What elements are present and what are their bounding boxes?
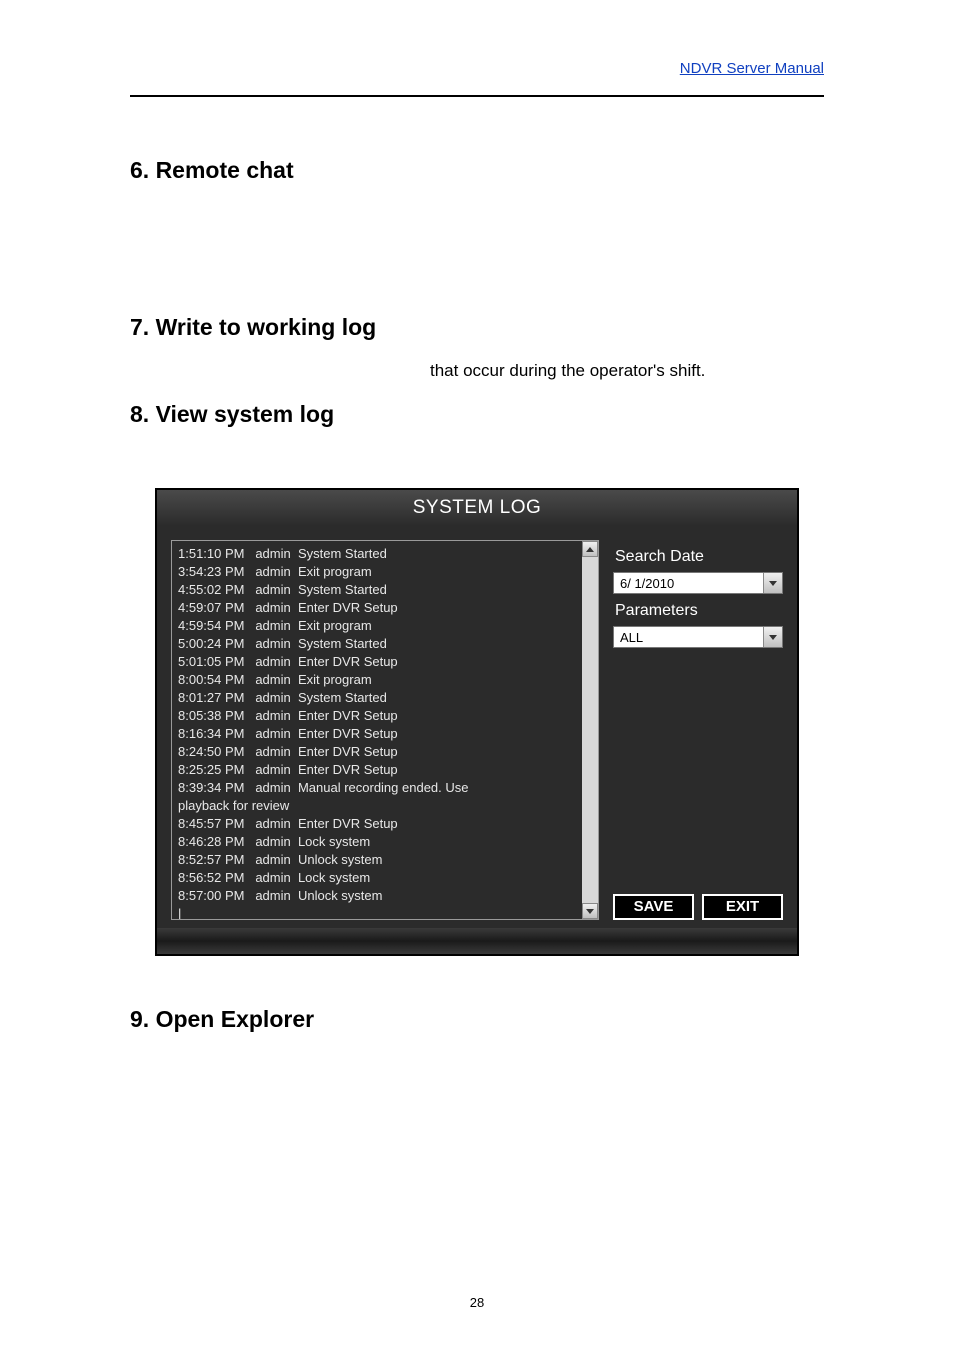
search-date-dropdown-button[interactable] bbox=[763, 573, 782, 593]
section-7-heading: 7. Write to working log bbox=[130, 314, 824, 341]
section-6-heading: 6. Remote chat bbox=[130, 157, 824, 184]
log-textarea[interactable]: 1:51:10 PM admin System Started 3:54:23 … bbox=[171, 540, 599, 920]
scroll-track[interactable] bbox=[582, 557, 598, 903]
exit-button[interactable]: EXIT bbox=[702, 894, 783, 920]
search-date-label: Search Date bbox=[615, 548, 783, 566]
section-8-heading: 8. View system log bbox=[130, 401, 824, 428]
search-date-dropdown[interactable]: 6/ 1/2010 bbox=[613, 572, 783, 594]
page-number: 28 bbox=[0, 1295, 954, 1310]
dialog-title: SYSTEM LOG bbox=[157, 490, 797, 526]
scroll-down-button[interactable] bbox=[582, 903, 598, 919]
parameters-value: ALL bbox=[614, 627, 763, 647]
chevron-down-icon bbox=[769, 635, 777, 640]
chevron-down-icon bbox=[769, 581, 777, 586]
search-date-value: 6/ 1/2010 bbox=[614, 573, 763, 593]
header-divider bbox=[130, 95, 824, 97]
section-9-heading: 9. Open Explorer bbox=[130, 1006, 824, 1033]
chevron-up-icon bbox=[586, 547, 594, 552]
log-text-content: 1:51:10 PM admin System Started 3:54:23 … bbox=[172, 541, 582, 919]
parameters-dropdown[interactable]: ALL bbox=[613, 626, 783, 648]
save-button[interactable]: SAVE bbox=[613, 894, 694, 920]
parameters-dropdown-button[interactable] bbox=[763, 627, 782, 647]
dialog-bottom-bar bbox=[157, 928, 797, 954]
scroll-up-button[interactable] bbox=[582, 541, 598, 557]
parameters-label: Parameters bbox=[615, 602, 783, 620]
section-7-body-fragment: that occur during the operator's shift. bbox=[130, 361, 824, 381]
log-scrollbar[interactable] bbox=[582, 541, 598, 919]
header-manual-link[interactable]: NDVR Server Manual bbox=[680, 60, 824, 77]
system-log-dialog: SYSTEM LOG 1:51:10 PM admin System Start… bbox=[155, 488, 799, 956]
chevron-down-icon bbox=[586, 909, 594, 914]
